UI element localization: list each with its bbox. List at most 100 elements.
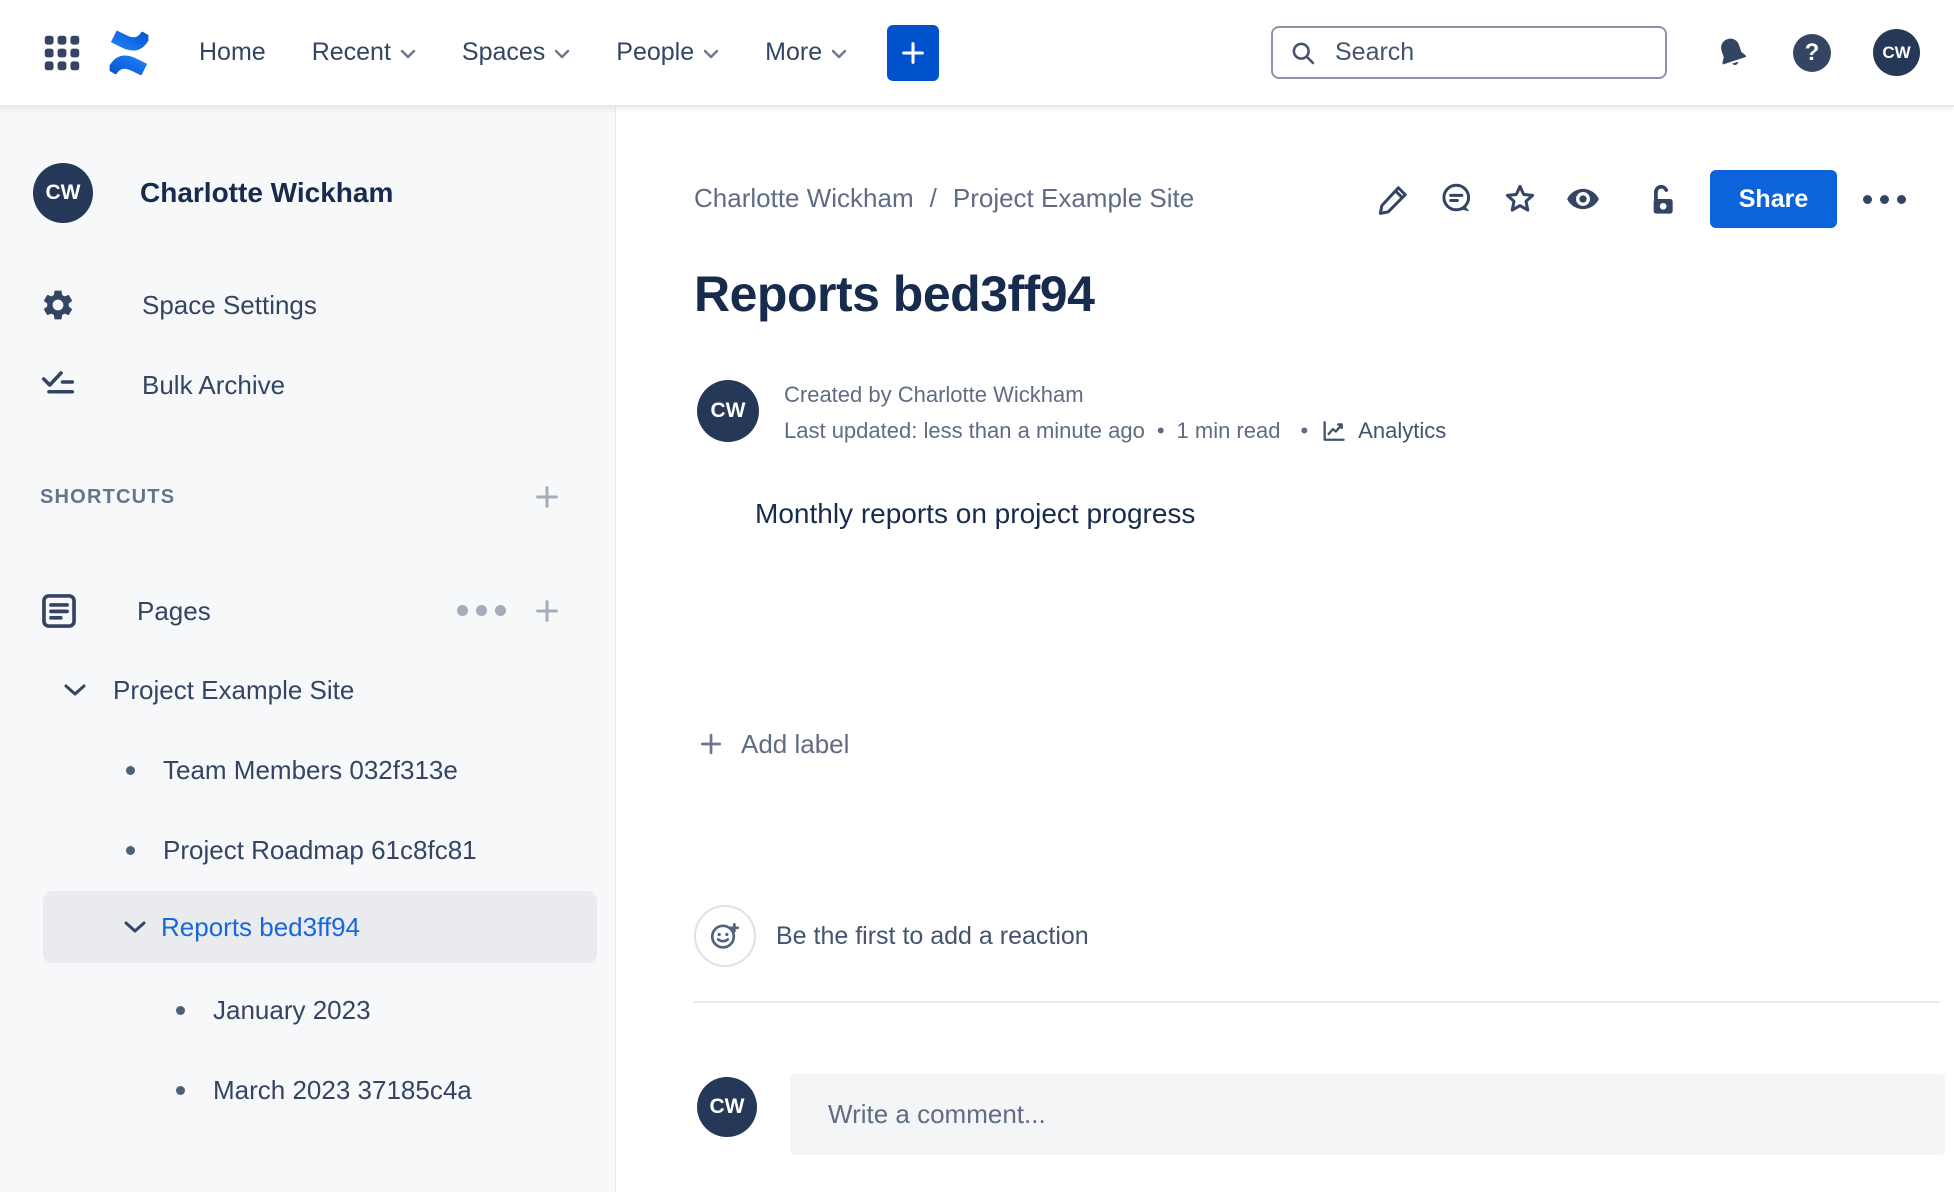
avatar-initials: CW (709, 1095, 745, 1118)
nav-item-home[interactable]: Home (199, 38, 266, 67)
nav-item-label: Recent (311, 38, 391, 66)
notifications-button[interactable] (1713, 34, 1751, 72)
tree-item-march-2023[interactable]: March 2023 37185c4a (176, 1058, 472, 1122)
grid-icon (44, 35, 80, 70)
chevron-down-icon (124, 921, 146, 933)
metadata-line: Last updated: less than a minute ago • 1… (784, 417, 1446, 445)
restrictions-button[interactable] (1638, 177, 1682, 221)
breadcrumb-space-link[interactable]: Charlotte Wickham (694, 183, 914, 214)
share-button-label: Share (1738, 184, 1809, 213)
sidebar-item-pages[interactable]: Pages (37, 583, 211, 639)
favourite-button[interactable] (1498, 177, 1542, 221)
add-shortcut-button[interactable] (530, 480, 564, 514)
comment-section: CW (697, 1074, 1945, 1155)
tree-item-label: Team Members 032f313e (163, 754, 458, 785)
add-label-button[interactable]: Add label (697, 722, 849, 766)
search-input[interactable] (1271, 26, 1667, 79)
space-name: Charlotte Wickham (140, 177, 394, 208)
tree-item-label: March 2023 37185c4a (213, 1074, 472, 1105)
help-button[interactable]: ? (1793, 33, 1831, 72)
pencil-icon (1378, 186, 1407, 215)
author-avatar[interactable]: CW (697, 380, 759, 442)
eye-icon (1567, 188, 1599, 210)
comment-input[interactable] (790, 1074, 1945, 1155)
breadcrumb-separator: / (929, 182, 937, 213)
sidebar-item-space-settings[interactable]: Space Settings (40, 277, 317, 333)
unlock-icon (1653, 184, 1673, 214)
add-reaction-button[interactable] (694, 905, 756, 967)
breadcrumb-parent-link[interactable]: Project Example Site (953, 183, 1194, 214)
sidebar-item-bulk-archive[interactable]: Bulk Archive (40, 357, 285, 413)
tree-item-project-example-site[interactable]: Project Example Site (62, 658, 354, 722)
chevron-down-icon (400, 49, 416, 59)
sidebar-item-label: Bulk Archive (142, 369, 286, 400)
top-navigation-bar: Home Recent Spaces People More Search ? … (0, 0, 1954, 107)
create-button[interactable] (887, 24, 940, 81)
avatar-initials: CW (1882, 42, 1911, 62)
search-box (1271, 26, 1667, 79)
user-avatar[interactable]: CW (1873, 29, 1920, 76)
page-title: Reports bed3ff94 (694, 266, 1095, 322)
sidebar-item-label: Pages (137, 595, 211, 626)
tree-item-reports-selected[interactable]: Reports bed3ff94 (43, 891, 597, 963)
app-switcher-icon[interactable] (38, 29, 86, 77)
chevron-down-icon (555, 49, 570, 59)
pages-more-menu[interactable] (457, 605, 506, 616)
last-updated-text[interactable]: Last updated: less than a minute ago (784, 418, 1145, 444)
gear-icon (43, 290, 73, 320)
tree-item-label: Reports bed3ff94 (161, 911, 360, 942)
nav-item-spaces[interactable]: Spaces (462, 38, 570, 67)
chevron-down-icon (831, 49, 847, 59)
bullet-icon (176, 1005, 185, 1015)
chevron-down-icon (703, 49, 719, 59)
tree-item-label: Project Roadmap 61c8fc81 (163, 834, 477, 865)
sidebar-item-label: Space Settings (142, 289, 317, 320)
comment-bubble-icon (1442, 183, 1471, 212)
avatar-initials: CW (710, 399, 746, 422)
breadcrumb: Charlotte Wickham / Project Example Site (694, 170, 1194, 226)
confluence-logo-icon[interactable] (104, 28, 154, 78)
plus-icon (536, 600, 558, 622)
tree-item-team-members[interactable]: Team Members 032f313e (126, 738, 458, 802)
space-profile[interactable]: CW Charlotte Wickham (33, 163, 393, 223)
add-label-text: Add label (741, 728, 850, 759)
star-icon (1505, 184, 1535, 212)
shortcuts-header-label: SHORTCUTS (40, 485, 176, 508)
analytics-link[interactable]: Analytics (1320, 417, 1446, 445)
reaction-prompt-text: Be the first to add a reaction (776, 921, 1089, 950)
tree-item-january-2023[interactable]: January 2023 (176, 978, 371, 1042)
nav-item-label: Spaces (461, 38, 546, 66)
add-page-button[interactable] (530, 594, 564, 628)
avatar-initials: CW (45, 181, 81, 204)
analytics-chart-icon (1323, 421, 1345, 441)
content-divider (694, 1001, 1940, 1003)
nav-item-more[interactable]: More (765, 38, 847, 67)
bulk-archive-icon (41, 371, 75, 394)
created-by-text: Created by Charlotte Wickham (784, 382, 1084, 407)
bell-icon (1721, 38, 1747, 65)
shortcuts-section-header: SHORTCUTS (40, 469, 175, 525)
inline-comment-button[interactable] (1435, 177, 1479, 221)
page-byline: CW Created by Charlotte Wickham Last upd… (697, 380, 1446, 445)
nav-item-label: Home (199, 38, 266, 66)
dot-separator: • (1300, 418, 1309, 443)
bullet-icon (176, 1085, 185, 1095)
nav-item-recent[interactable]: Recent (312, 38, 416, 67)
more-actions-menu[interactable] (1863, 194, 1906, 204)
plus-icon (700, 733, 722, 755)
watch-button[interactable] (1561, 177, 1605, 221)
tree-item-project-roadmap[interactable]: Project Roadmap 61c8fc81 (126, 818, 477, 882)
edit-button[interactable] (1372, 177, 1416, 221)
chevron-down-icon (64, 684, 86, 696)
created-by-line: Created by Charlotte Wickham (784, 382, 1446, 408)
reactions-section: Be the first to add a reaction (694, 905, 1089, 967)
question-mark-icon: ? (1804, 38, 1820, 66)
nav-item-people[interactable]: People (616, 38, 719, 67)
smiley-add-reaction-icon (710, 923, 740, 949)
share-button[interactable]: Share (1710, 170, 1837, 228)
nav-right-group: ? CW (1271, 26, 1954, 79)
dot-separator: • (1156, 418, 1165, 443)
nav-item-label: More (765, 38, 823, 66)
primary-nav-menu: Home Recent Spaces People More (199, 38, 847, 67)
page-actions-toolbar: Share (1372, 170, 1906, 228)
